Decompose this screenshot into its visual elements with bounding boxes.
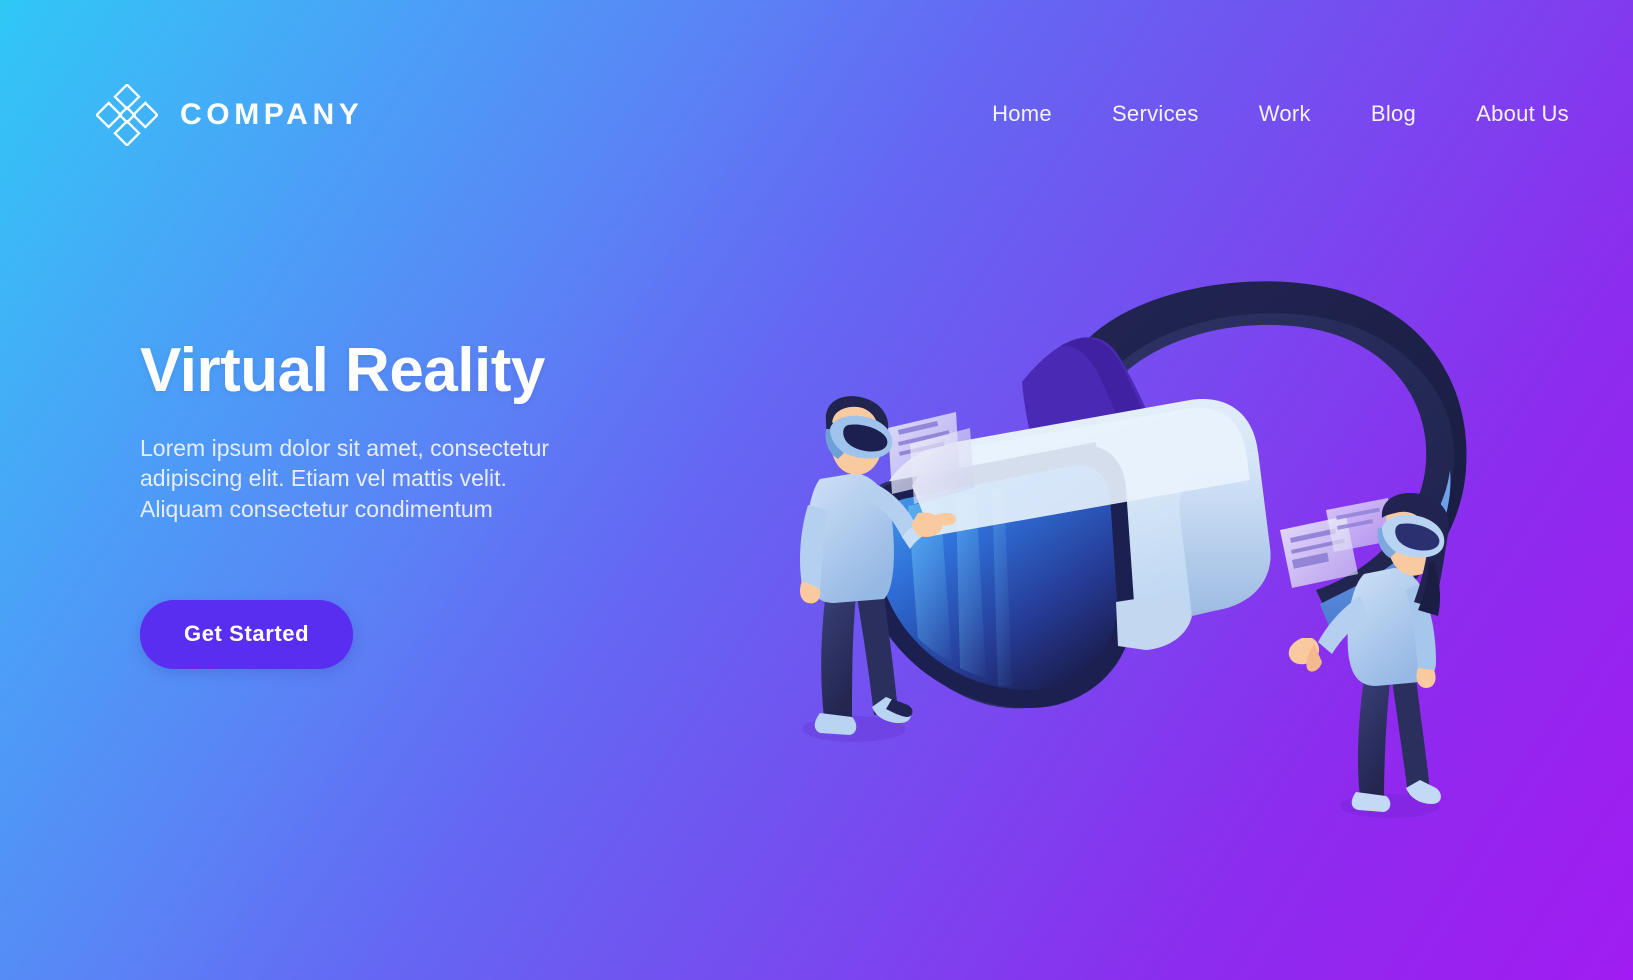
main-navigation: Home Services Work Blog About Us bbox=[962, 84, 1569, 133]
man-leg-left bbox=[821, 591, 856, 721]
nav-item-work[interactable]: Work bbox=[1229, 95, 1341, 133]
woman-hand-right bbox=[1416, 668, 1436, 688]
headset-body-foot bbox=[1116, 592, 1192, 650]
page-title: Virtual Reality bbox=[140, 336, 545, 405]
nav-item-home[interactable]: Home bbox=[962, 95, 1082, 133]
brand-logo[interactable]: COMPANY bbox=[96, 84, 363, 146]
isometric-vr-illustration bbox=[760, 230, 1490, 850]
hero-description-line-3: Aliquam consectetur condimentum bbox=[140, 495, 493, 522]
get-started-button[interactable]: Get Started bbox=[140, 600, 354, 670]
hero-description: Lorem ipsum dolor sit amet, consectetur … bbox=[140, 433, 640, 524]
floating-ui-card-left bbox=[888, 412, 974, 504]
hero-section: Virtual Reality Lorem ipsum dolor sit am… bbox=[140, 336, 700, 670]
nav-item-blog[interactable]: Blog bbox=[1341, 95, 1446, 133]
hero-description-line-1: Lorem ipsum dolor sit amet, consectetur bbox=[140, 435, 550, 462]
hero-description-line-2: adipiscing elit. Etiam vel mattis velit. bbox=[140, 465, 507, 492]
diamond-cluster-logo-icon bbox=[96, 84, 158, 146]
site-header: COMPANY Home Services Work Blog About Us bbox=[0, 0, 1633, 232]
nav-item-services[interactable]: Services bbox=[1082, 95, 1229, 133]
woman-leg-left bbox=[1357, 678, 1390, 798]
nav-item-about-us[interactable]: About Us bbox=[1446, 95, 1569, 133]
brand-name: COMPANY bbox=[180, 98, 364, 131]
woman-leg-right bbox=[1392, 678, 1430, 794]
landing-page: COMPANY Home Services Work Blog About Us… bbox=[0, 0, 1633, 980]
